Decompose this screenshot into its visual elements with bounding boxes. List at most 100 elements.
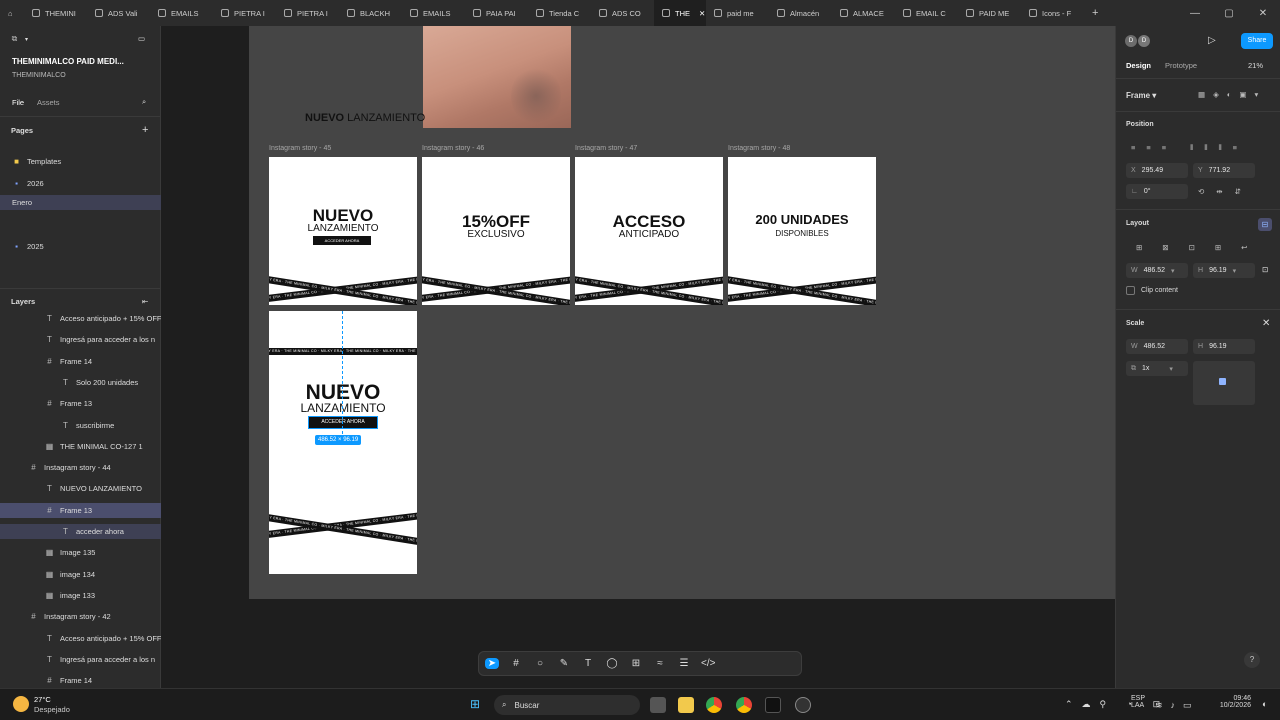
browser-tab[interactable]: EMAIL C (895, 0, 958, 26)
move-tool-icon[interactable]: ➤ (485, 658, 499, 669)
browser-tab[interactable]: THEMINI (24, 0, 87, 26)
page-item[interactable]: Enero (0, 195, 161, 210)
avatar[interactable]: D (1125, 35, 1137, 47)
browser-tab[interactable]: PAIA PAI (465, 0, 528, 26)
browser-tab[interactable]: PAID ME (958, 0, 1021, 26)
height-field[interactable]: H 96.19 ▾ (1193, 263, 1255, 278)
layer-item[interactable]: T Ingresá para acceder a los n (0, 652, 161, 667)
tab-file[interactable]: File (12, 98, 32, 107)
windows-start-icon[interactable]: ⊞ (470, 697, 480, 711)
layer-item[interactable]: ▦ image 134 (0, 567, 161, 582)
layer-item[interactable]: T Ingresá para acceder a los n (0, 332, 161, 347)
browser-tab[interactable]: THE ✕ (654, 0, 706, 26)
layer-item[interactable]: Tacceder ahora (0, 524, 161, 539)
frame-type-dropdown[interactable]: Frame ▾ (1126, 91, 1156, 100)
maximize-icon[interactable]: ▢ (1212, 8, 1246, 19)
close-window-icon[interactable]: ✕ (1246, 8, 1280, 19)
network-volume-icons[interactable]: ≋♪▭ (1155, 700, 1200, 711)
rotation-field[interactable]: ∟ 0° (1126, 184, 1188, 199)
home-icon[interactable]: ⌂ (0, 0, 24, 26)
clip-content-checkbox[interactable] (1126, 286, 1135, 295)
instagram-story-frame[interactable]: 15%OFF EXCLUSIVO MILKY ERA · THE MINIMAL C… (422, 157, 570, 305)
page-item[interactable]: ▪ 2026 (0, 178, 161, 188)
tab-prototype[interactable]: Prototype (1165, 61, 1197, 70)
collapse-layers-icon[interactable]: ⇤ (142, 297, 154, 306)
layer-item[interactable]: ▦ THE MINIMAL CO-127 1 (0, 439, 161, 454)
x-field[interactable]: X 295.49 (1126, 163, 1188, 178)
frame-label[interactable]: Instagram story - 46 (422, 145, 484, 152)
design-canvas[interactable]: NUEVO LANZAMIENTO Instagram story - 45 NU… (161, 26, 1115, 688)
page-item[interactable]: ▪ 2025 (0, 241, 161, 251)
system-tray-icons[interactable]: ⌃☁⚲ ◔ ⊡ (1065, 699, 1169, 710)
comment-tool-icon[interactable]: ◯ (605, 658, 619, 669)
help-icon[interactable]: ? (1244, 652, 1260, 668)
layer-item[interactable]: # Instagram story - 44 (0, 460, 161, 475)
close-scale-icon[interactable]: ✕ (1262, 318, 1270, 329)
add-page-icon[interactable]: + (142, 124, 154, 136)
task-view-icon[interactable] (650, 697, 666, 713)
width-field[interactable]: W 486.52 ▾ (1126, 263, 1188, 278)
clock[interactable]: 09:46 10/2/2026 (1213, 695, 1251, 709)
layer-item[interactable]: # Frame 14 (0, 354, 161, 369)
browser-tab[interactable]: PIETRA I (276, 0, 339, 26)
taskbar-search[interactable]: ⌕ Buscar (494, 695, 640, 715)
browser-tab[interactable]: ALMACE (832, 0, 895, 26)
layout-mode-icons[interactable]: ⊞⊠⊡⊞↩ (1136, 243, 1267, 252)
instagram-story-frame[interactable]: NUEVO LANZAMIENTO ACCEDER AHORA MILKY ERA ·… (269, 157, 417, 305)
layer-item[interactable]: T NUEVO LANZAMIENTO (0, 481, 161, 496)
toggle-sidebar-icon[interactable]: ▭ (138, 34, 152, 43)
minimize-icon[interactable]: — (1178, 8, 1212, 19)
scale-width-field[interactable]: W 486.52 (1126, 339, 1188, 354)
model-photo-image[interactable] (423, 26, 571, 128)
flip-icons[interactable]: ⟲⇹⇵ (1198, 187, 1253, 196)
frame-label[interactable]: Instagram story - 48 (728, 145, 790, 152)
pen-tool-icon[interactable]: ✎ (557, 658, 571, 669)
file-title[interactable]: THEMINIMALCO PAID MEDI... (12, 57, 152, 66)
browser-tab[interactable]: BLACKH (339, 0, 402, 26)
shape-tool-icon[interactable]: ○ (533, 658, 547, 669)
tab-assets[interactable]: Assets (37, 98, 67, 107)
notifications-icon[interactable]: ◐ (1262, 699, 1267, 709)
search-icon[interactable]: ⌕ (142, 97, 154, 107)
frame-label[interactable]: Instagram story - 45 (269, 145, 331, 152)
browser-tab[interactable]: Almacén (769, 0, 832, 26)
new-tab-button[interactable]: + (1084, 0, 1104, 26)
layer-item[interactable]: # Frame 13 (0, 396, 161, 411)
layer-item[interactable]: ▦ Image 135 (0, 545, 161, 560)
browser-tab[interactable]: PIETRA I (213, 0, 276, 26)
layer-item[interactable]: # Instagram story - 42 (0, 609, 161, 624)
main-menu-button[interactable]: ⧉ ▾ (10, 34, 50, 44)
anchor-grid[interactable] (1193, 361, 1255, 405)
layer-item[interactable]: # Frame 13 (0, 502, 161, 518)
browser-tab[interactable]: EMAILS (150, 0, 213, 26)
zoom-level[interactable]: 21% (1248, 61, 1263, 70)
anchor-center[interactable] (1219, 378, 1226, 385)
present-icon[interactable]: ▷ (1208, 35, 1216, 46)
instagram-story-frame[interactable]: ACCESO ANTICIPADO MILKY ERA · THE MINIMAL … (575, 157, 723, 305)
layer-item[interactable]: T Acceso anticipado + 15% OFF (0, 631, 161, 646)
text-tool-icon[interactable]: T (581, 658, 595, 669)
language-indicator[interactable]: ESP LAA (1131, 695, 1145, 709)
layer-item[interactable]: Tsuscribirme (0, 418, 161, 433)
actions-icon[interactable]: ⊞ (629, 658, 643, 669)
chrome-profile-icon[interactable] (736, 697, 752, 713)
scale-factor-dropdown[interactable]: ⧉ 1x ▾ (1126, 361, 1188, 376)
layer-item[interactable]: T Acceso anticipado + 15% OFF (0, 311, 161, 326)
share-button[interactable]: Share (1241, 33, 1273, 49)
design-mode-icon[interactable]: ☰ (677, 658, 691, 669)
draw-mode-icon[interactable]: ≈ (653, 658, 667, 669)
scale-height-field[interactable]: H 96.19 (1193, 339, 1255, 354)
auto-layout-icon[interactable]: ⊟ (1258, 218, 1272, 231)
tab-design[interactable]: Design (1126, 61, 1151, 70)
instagram-story-frame[interactable]: 200 UNIDADES DISPONIBLES MILKY ERA · THE M… (728, 157, 876, 305)
dev-mode-icon[interactable]: </> (701, 658, 715, 669)
frame-tool-icon[interactable]: # (509, 658, 523, 669)
acceder-ahora-button[interactable]: ACCEDER AHORA (308, 416, 378, 429)
layer-item[interactable]: # Frame 14 (0, 673, 161, 688)
top-lanzamiento-text[interactable]: NUEVO LANZAMIENTO (305, 112, 425, 124)
chrome-icon[interactable] (706, 697, 722, 713)
browser-tab[interactable]: Icons - F (1021, 0, 1084, 26)
browser-tab[interactable]: ADS CO (591, 0, 654, 26)
resize-icon[interactable]: ⊡ (1262, 265, 1268, 274)
layer-item[interactable]: ▦ image 133 (0, 588, 161, 603)
